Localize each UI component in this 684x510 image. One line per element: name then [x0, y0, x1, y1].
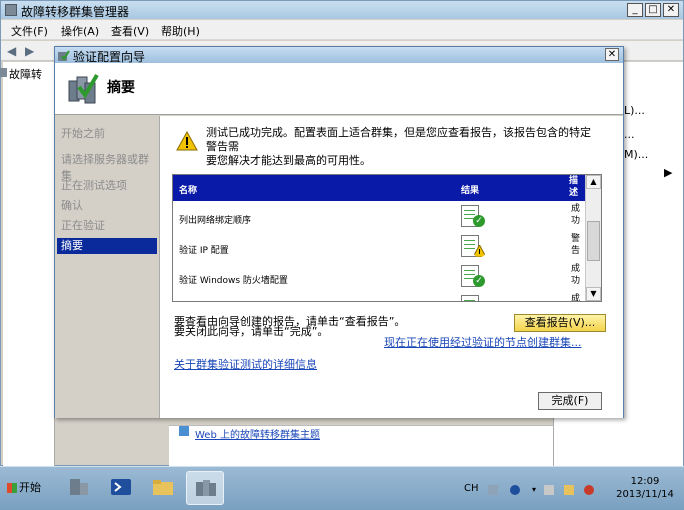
main-title-bar[interactable]: 故障转移群集管理器 _ □ ✕ [1, 1, 683, 19]
menu-file[interactable]: 文件(F) [11, 23, 48, 39]
list-scrollbar[interactable]: ▲ ▼ [585, 175, 601, 301]
test-name: 验证 IP 配置 [179, 246, 229, 256]
start-label: 开始 [19, 481, 41, 494]
close-main-button[interactable]: ✕ [663, 3, 679, 17]
validate-config-wizard: 验证配置向导 ✕ 摘要 开始之前 请选择服务器或群集 正在测试选项 确认 正在验… [54, 46, 624, 418]
clock-date: 2013/11/14 [616, 489, 674, 500]
minimize-button[interactable]: _ [627, 3, 643, 17]
navigation-tree: 故障转 [0, 62, 55, 467]
step-testing-options: 正在测试选项 [61, 179, 127, 192]
validation-details-link[interactable]: 关于群集验证测试的详细信息 [174, 356, 317, 372]
submenu-arrow-icon[interactable]: ▶ [664, 166, 672, 179]
create-cluster-link[interactable]: 现在正在使用经过验证的节点创建群集... [384, 334, 582, 350]
network-icon[interactable] [564, 485, 574, 495]
result-row[interactable]: 成 [173, 293, 585, 302]
wizard-steps: 开始之前 请选择服务器或群集 正在测试选项 确认 正在验证 摘要 [55, 116, 159, 418]
windows-flag-icon [7, 483, 17, 493]
test-results-list[interactable]: 名称 结果 描述 列出网络绑定顺序 ✓ 成功 验证 IP 配置 警告 验证 Wi… [172, 174, 602, 302]
action-item[interactable]: ... [624, 128, 635, 141]
test-status: 成功 [571, 204, 581, 226]
tree-root-item[interactable]: 故障转 [9, 66, 42, 82]
step-before-you-begin: 开始之前 [61, 127, 105, 140]
column-result[interactable]: 结果 [461, 183, 479, 196]
action-item[interactable]: L)... [624, 104, 645, 117]
flag-icon[interactable] [544, 485, 554, 495]
test-name: 验证 Windows 防火墙配置 [179, 276, 288, 286]
wizard-page-title: 摘要 [107, 80, 135, 96]
test-status: 成功 [571, 264, 581, 286]
test-status: 警告 [571, 234, 581, 256]
back-arrow-icon[interactable]: ◀ [7, 44, 21, 58]
cluster-node-icon [0, 68, 7, 77]
report-doc-icon [461, 295, 479, 301]
warning-line: 要您解决才能达到最高的可用性。 [206, 154, 371, 167]
wizard-title-bar[interactable]: 验证配置向导 ✕ [55, 47, 623, 64]
menu-bar: 文件(F) 操作(A) 查看(V) 帮助(H) [1, 20, 683, 40]
scroll-up-icon[interactable]: ▲ [586, 175, 601, 189]
close-icon[interactable]: ✕ [605, 48, 619, 61]
instruction-finish: 要关闭此向导，请单击“完成”。 [174, 325, 329, 338]
result-row[interactable]: 列出网络绑定顺序 ✓ 成功 [173, 203, 585, 233]
center-pane-bottom: Web 上的故障转移群集主题 [169, 425, 553, 467]
scroll-thumb[interactable] [587, 221, 600, 261]
menu-action[interactable]: 操作(A) [61, 23, 99, 39]
success-check-icon: ✓ [473, 275, 485, 287]
column-name[interactable]: 名称 [179, 183, 197, 196]
action-item[interactable]: M)... [624, 148, 648, 161]
help-icon[interactable] [510, 485, 520, 495]
step-validating: 正在验证 [61, 219, 105, 232]
result-row[interactable]: 验证 Windows 防火墙配置 ✓ 成功 [173, 263, 585, 293]
server-manager-icon [70, 479, 88, 495]
tray-expand-icon[interactable]: ▾ [532, 485, 542, 495]
warning-message: 测试已成功完成。配置表面上适合群集，但是您应查看报告，该报告包含的特定警告需 要… [206, 126, 596, 168]
system-tray: CH ▾ 12:09 2013/11/14 [458, 471, 684, 507]
scroll-down-icon[interactable]: ▼ [586, 287, 601, 301]
clock[interactable]: 12:09 2013/11/14 [608, 475, 682, 501]
wizard-content: 测试已成功完成。配置表面上适合群集，但是您应查看报告，该报告包含的特定警告需 要… [159, 116, 623, 418]
web-topics-link[interactable]: Web 上的故障转移群集主题 [195, 426, 320, 441]
keyboard-icon[interactable] [488, 485, 498, 495]
warning-icon [176, 131, 198, 151]
wizard-title-icon [58, 50, 70, 61]
cluster-manager-icon [196, 480, 216, 496]
wizard-header: 摘要 [55, 63, 623, 115]
test-status: 成 [571, 294, 581, 302]
volume-icon[interactable] [584, 485, 594, 495]
taskbar-powershell[interactable] [102, 471, 140, 505]
maximize-button[interactable]: □ [645, 3, 661, 17]
result-row[interactable]: 验证 IP 配置 警告 [173, 233, 585, 263]
view-report-button[interactable]: 查看报告(V)... [514, 314, 606, 332]
step-summary: 摘要 [57, 238, 157, 254]
desktop: 故障转移群集管理器 _ □ ✕ 文件(F) 操作(A) 查看(V) 帮助(H) … [0, 0, 684, 510]
warning-small-icon [473, 245, 486, 257]
step-select-servers: 请选择服务器或群集 [61, 153, 149, 182]
column-description[interactable]: 描述 [569, 175, 579, 199]
cluster-app-icon [5, 4, 17, 16]
finish-button[interactable]: 完成(F) [538, 392, 602, 410]
menu-help[interactable]: 帮助(H) [161, 23, 200, 39]
cluster-validate-icon [68, 73, 99, 104]
taskbar: 开始 CH ▾ 12:09 2013/11/14 [0, 466, 684, 510]
list-header: 名称 结果 描述 [173, 175, 585, 201]
success-check-icon: ✓ [473, 215, 485, 227]
taskbar-explorer[interactable] [144, 471, 182, 505]
powershell-icon [111, 479, 131, 495]
test-name: 列出网络绑定顺序 [179, 216, 252, 226]
step-confirmation: 确认 [61, 199, 83, 212]
forward-arrow-icon[interactable]: ▶ [25, 44, 39, 58]
folder-icon [153, 480, 173, 495]
menu-view[interactable]: 查看(V) [111, 23, 149, 39]
taskbar-server-manager[interactable] [60, 471, 98, 505]
start-button[interactable]: 开始 [2, 475, 46, 501]
warning-line: 测试已成功完成。配置表面上适合群集，但是您应查看报告，该报告包含的特定警告需 [206, 126, 591, 153]
clock-time: 12:09 [630, 476, 660, 487]
web-link-icon [179, 426, 189, 436]
main-window-title: 故障转移群集管理器 [21, 5, 130, 19]
input-language[interactable]: CH [464, 483, 479, 494]
taskbar-cluster-manager[interactable] [186, 471, 224, 505]
